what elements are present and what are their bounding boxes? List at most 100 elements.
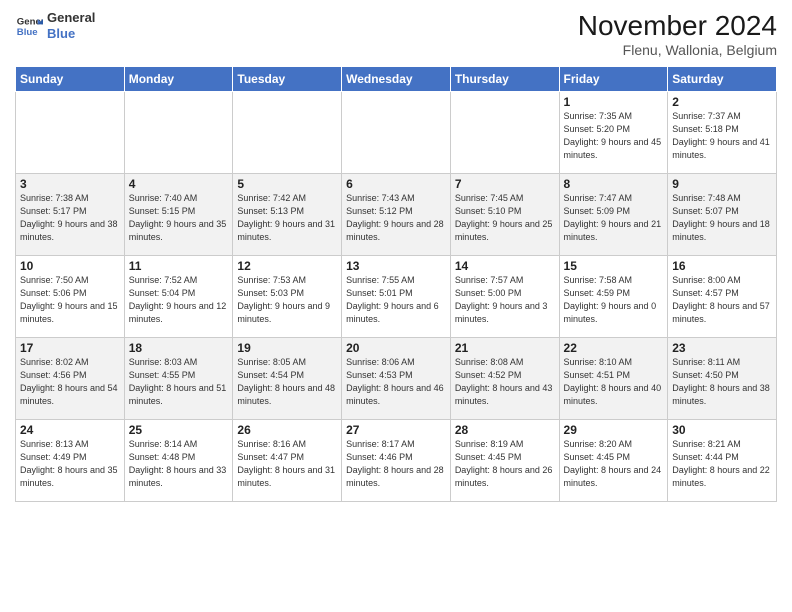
- day-info: Sunrise: 8:13 AM Sunset: 4:49 PM Dayligh…: [20, 438, 120, 490]
- day-info: Sunrise: 8:03 AM Sunset: 4:55 PM Dayligh…: [129, 356, 229, 408]
- calendar-cell: 7Sunrise: 7:45 AM Sunset: 5:10 PM Daylig…: [450, 174, 559, 256]
- day-number: 24: [20, 423, 120, 437]
- day-info: Sunrise: 8:11 AM Sunset: 4:50 PM Dayligh…: [672, 356, 772, 408]
- page-header: General Blue General Blue November 2024 …: [15, 10, 777, 58]
- calendar-cell: 26Sunrise: 8:16 AM Sunset: 4:47 PM Dayli…: [233, 420, 342, 502]
- calendar-cell: 4Sunrise: 7:40 AM Sunset: 5:15 PM Daylig…: [124, 174, 233, 256]
- day-number: 10: [20, 259, 120, 273]
- day-number: 8: [564, 177, 664, 191]
- calendar-week: 24Sunrise: 8:13 AM Sunset: 4:49 PM Dayli…: [16, 420, 777, 502]
- calendar-cell: 21Sunrise: 8:08 AM Sunset: 4:52 PM Dayli…: [450, 338, 559, 420]
- day-info: Sunrise: 8:14 AM Sunset: 4:48 PM Dayligh…: [129, 438, 229, 490]
- location: Flenu, Wallonia, Belgium: [578, 42, 777, 58]
- title-block: November 2024 Flenu, Wallonia, Belgium: [578, 10, 777, 58]
- day-info: Sunrise: 7:52 AM Sunset: 5:04 PM Dayligh…: [129, 274, 229, 326]
- day-info: Sunrise: 7:48 AM Sunset: 5:07 PM Dayligh…: [672, 192, 772, 244]
- calendar-cell: 22Sunrise: 8:10 AM Sunset: 4:51 PM Dayli…: [559, 338, 668, 420]
- calendar-cell: 13Sunrise: 7:55 AM Sunset: 5:01 PM Dayli…: [342, 256, 451, 338]
- logo: General Blue General Blue: [15, 10, 95, 41]
- calendar-cell: 1Sunrise: 7:35 AM Sunset: 5:20 PM Daylig…: [559, 92, 668, 174]
- day-info: Sunrise: 7:45 AM Sunset: 5:10 PM Dayligh…: [455, 192, 555, 244]
- day-number: 13: [346, 259, 446, 273]
- day-number: 18: [129, 341, 229, 355]
- weekday-header: Friday: [559, 67, 668, 92]
- day-number: 1: [564, 95, 664, 109]
- calendar-cell: 12Sunrise: 7:53 AM Sunset: 5:03 PM Dayli…: [233, 256, 342, 338]
- weekday-header: Thursday: [450, 67, 559, 92]
- logo-line1: General: [47, 10, 95, 26]
- day-info: Sunrise: 7:37 AM Sunset: 5:18 PM Dayligh…: [672, 110, 772, 162]
- calendar-week: 10Sunrise: 7:50 AM Sunset: 5:06 PM Dayli…: [16, 256, 777, 338]
- day-number: 5: [237, 177, 337, 191]
- day-info: Sunrise: 8:19 AM Sunset: 4:45 PM Dayligh…: [455, 438, 555, 490]
- calendar-cell: 16Sunrise: 8:00 AM Sunset: 4:57 PM Dayli…: [668, 256, 777, 338]
- day-info: Sunrise: 7:55 AM Sunset: 5:01 PM Dayligh…: [346, 274, 446, 326]
- day-info: Sunrise: 8:08 AM Sunset: 4:52 PM Dayligh…: [455, 356, 555, 408]
- calendar-week: 1Sunrise: 7:35 AM Sunset: 5:20 PM Daylig…: [16, 92, 777, 174]
- day-info: Sunrise: 7:43 AM Sunset: 5:12 PM Dayligh…: [346, 192, 446, 244]
- day-number: 14: [455, 259, 555, 273]
- day-number: 2: [672, 95, 772, 109]
- logo-line2: Blue: [47, 26, 95, 42]
- svg-text:Blue: Blue: [17, 26, 38, 37]
- calendar: SundayMondayTuesdayWednesdayThursdayFrid…: [15, 66, 777, 502]
- day-info: Sunrise: 7:50 AM Sunset: 5:06 PM Dayligh…: [20, 274, 120, 326]
- logo-icon: General Blue: [15, 12, 43, 40]
- day-info: Sunrise: 8:21 AM Sunset: 4:44 PM Dayligh…: [672, 438, 772, 490]
- day-number: 28: [455, 423, 555, 437]
- day-number: 6: [346, 177, 446, 191]
- calendar-cell: 27Sunrise: 8:17 AM Sunset: 4:46 PM Dayli…: [342, 420, 451, 502]
- calendar-cell: [124, 92, 233, 174]
- day-number: 11: [129, 259, 229, 273]
- calendar-cell: 17Sunrise: 8:02 AM Sunset: 4:56 PM Dayli…: [16, 338, 125, 420]
- day-number: 25: [129, 423, 229, 437]
- day-number: 15: [564, 259, 664, 273]
- day-info: Sunrise: 7:35 AM Sunset: 5:20 PM Dayligh…: [564, 110, 664, 162]
- weekday-header: Monday: [124, 67, 233, 92]
- day-number: 12: [237, 259, 337, 273]
- calendar-cell: [450, 92, 559, 174]
- day-info: Sunrise: 7:57 AM Sunset: 5:00 PM Dayligh…: [455, 274, 555, 326]
- calendar-cell: 30Sunrise: 8:21 AM Sunset: 4:44 PM Dayli…: [668, 420, 777, 502]
- day-number: 29: [564, 423, 664, 437]
- calendar-cell: 9Sunrise: 7:48 AM Sunset: 5:07 PM Daylig…: [668, 174, 777, 256]
- day-number: 17: [20, 341, 120, 355]
- calendar-cell: 11Sunrise: 7:52 AM Sunset: 5:04 PM Dayli…: [124, 256, 233, 338]
- calendar-cell: 10Sunrise: 7:50 AM Sunset: 5:06 PM Dayli…: [16, 256, 125, 338]
- day-number: 21: [455, 341, 555, 355]
- day-number: 16: [672, 259, 772, 273]
- calendar-week: 17Sunrise: 8:02 AM Sunset: 4:56 PM Dayli…: [16, 338, 777, 420]
- day-info: Sunrise: 8:16 AM Sunset: 4:47 PM Dayligh…: [237, 438, 337, 490]
- day-number: 20: [346, 341, 446, 355]
- day-info: Sunrise: 8:02 AM Sunset: 4:56 PM Dayligh…: [20, 356, 120, 408]
- calendar-cell: 3Sunrise: 7:38 AM Sunset: 5:17 PM Daylig…: [16, 174, 125, 256]
- calendar-cell: [233, 92, 342, 174]
- day-number: 30: [672, 423, 772, 437]
- calendar-cell: 25Sunrise: 8:14 AM Sunset: 4:48 PM Dayli…: [124, 420, 233, 502]
- day-number: 7: [455, 177, 555, 191]
- day-info: Sunrise: 7:40 AM Sunset: 5:15 PM Dayligh…: [129, 192, 229, 244]
- day-number: 26: [237, 423, 337, 437]
- day-info: Sunrise: 8:00 AM Sunset: 4:57 PM Dayligh…: [672, 274, 772, 326]
- day-number: 3: [20, 177, 120, 191]
- weekday-header: Sunday: [16, 67, 125, 92]
- day-info: Sunrise: 8:17 AM Sunset: 4:46 PM Dayligh…: [346, 438, 446, 490]
- calendar-cell: 24Sunrise: 8:13 AM Sunset: 4:49 PM Dayli…: [16, 420, 125, 502]
- calendar-cell: 8Sunrise: 7:47 AM Sunset: 5:09 PM Daylig…: [559, 174, 668, 256]
- day-info: Sunrise: 7:38 AM Sunset: 5:17 PM Dayligh…: [20, 192, 120, 244]
- day-info: Sunrise: 7:58 AM Sunset: 4:59 PM Dayligh…: [564, 274, 664, 326]
- day-number: 19: [237, 341, 337, 355]
- calendar-cell: [342, 92, 451, 174]
- weekday-header: Wednesday: [342, 67, 451, 92]
- day-info: Sunrise: 8:06 AM Sunset: 4:53 PM Dayligh…: [346, 356, 446, 408]
- day-info: Sunrise: 7:47 AM Sunset: 5:09 PM Dayligh…: [564, 192, 664, 244]
- calendar-cell: 28Sunrise: 8:19 AM Sunset: 4:45 PM Dayli…: [450, 420, 559, 502]
- calendar-cell: 20Sunrise: 8:06 AM Sunset: 4:53 PM Dayli…: [342, 338, 451, 420]
- weekday-header: Saturday: [668, 67, 777, 92]
- day-number: 23: [672, 341, 772, 355]
- calendar-cell: 29Sunrise: 8:20 AM Sunset: 4:45 PM Dayli…: [559, 420, 668, 502]
- calendar-cell: 14Sunrise: 7:57 AM Sunset: 5:00 PM Dayli…: [450, 256, 559, 338]
- calendar-cell: 5Sunrise: 7:42 AM Sunset: 5:13 PM Daylig…: [233, 174, 342, 256]
- calendar-cell: 2Sunrise: 7:37 AM Sunset: 5:18 PM Daylig…: [668, 92, 777, 174]
- day-number: 4: [129, 177, 229, 191]
